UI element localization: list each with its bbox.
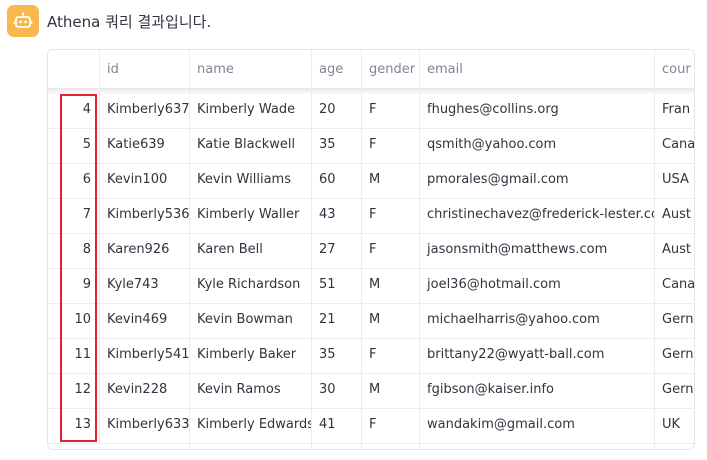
column-header-name[interactable]: name (189, 52, 311, 88)
cell-name[interactable]: Kimberly Wade (189, 93, 311, 127)
table-row[interactable]: 7 Kimberly536 Kimberly Waller 43 Fchristinec… (48, 198, 694, 234)
column-header-email[interactable]: email (419, 52, 654, 88)
robot-icon (7, 5, 39, 37)
cell-country[interactable]: Gern (654, 303, 694, 337)
cell-id[interactable]: Kevin100 (99, 163, 189, 197)
cell-country[interactable]: Gern (654, 373, 694, 407)
cell-gender[interactable]: M (361, 303, 419, 337)
table-header: id name age gender email cour (48, 50, 694, 89)
cell-name[interactable]: Katie Blackwell (189, 128, 311, 162)
cell-id[interactable]: Kimberly637 (99, 93, 189, 127)
column-header-gender[interactable]: gender (361, 52, 419, 88)
table-row[interactable]: 11 Kimberly541 Kimberly Baker 35 Fbrittany22… (48, 338, 694, 374)
cell-age[interactable]: 30 (311, 373, 361, 407)
cell-id[interactable]: Katie639 (99, 128, 189, 162)
dataframe-table[interactable]: id name age gender email cour 4 Kimberly637 Kim… (47, 49, 695, 450)
cell-email[interactable]: wandakim@gmail.com (419, 408, 654, 442)
cell-gender[interactable]: F (361, 338, 419, 372)
cell-email[interactable]: fhughes@collins.org (419, 93, 654, 127)
cell-id[interactable]: Kevin469 (99, 303, 189, 337)
cell-email[interactable]: fgibson@kaiser.info (419, 373, 654, 407)
cell-email[interactable]: michaelharris@yahoo.com (419, 303, 654, 337)
cell-email[interactable]: christinechavez@frederick-lester.com (419, 198, 654, 232)
cell-country[interactable]: UK (654, 408, 694, 442)
cell-age[interactable]: 43 (311, 198, 361, 232)
cell-age[interactable]: 21 (311, 303, 361, 337)
cell-country[interactable]: USA (654, 163, 694, 197)
cell-id[interactable]: Kimberly541 (99, 338, 189, 372)
cell-email[interactable]: qsmith@yahoo.com (419, 128, 654, 162)
cell-email[interactable]: jasonsmith@matthews.com (419, 233, 654, 267)
cell-gender[interactable]: M (361, 373, 419, 407)
cell-name[interactable]: Karen Bell (189, 233, 311, 267)
cell-gender[interactable]: M (361, 163, 419, 197)
cell-name[interactable]: Kimberly Edwards (189, 408, 311, 442)
cell-name[interactable]: Kevin Ramos (189, 373, 311, 407)
assistant-message: Athena 쿼리 결과입니다. (7, 5, 211, 37)
row-index: 6 (82, 172, 91, 187)
cell-id[interactable]: Kimberly536 (99, 198, 189, 232)
table-row[interactable]: 12 Kevin228 Kevin Ramos 30 Mfgibson@kaiser.i… (48, 373, 694, 409)
cell-age[interactable]: 35 (311, 338, 361, 372)
cell-email[interactable]: brittany22@wyatt-ball.com (419, 338, 654, 372)
message-text: Athena 쿼리 결과입니다. (47, 12, 212, 31)
cell-gender[interactable]: F (361, 198, 419, 232)
table-row[interactable]: 8 Karen926 Karen Bell 27 Fjasonsmith@matthew… (48, 233, 694, 269)
cell-age[interactable]: 41 (311, 408, 361, 442)
cell-gender[interactable]: F (361, 128, 419, 162)
cell-id[interactable]: Kimberly633 (99, 408, 189, 442)
column-header-id[interactable]: id (99, 52, 189, 88)
cell-age[interactable]: 27 (311, 233, 361, 267)
cell-gender[interactable]: F (361, 408, 419, 442)
cell-gender[interactable]: F (361, 233, 419, 267)
row-index: 12 (74, 382, 91, 397)
table-row[interactable]: 9 Kyle743 Kyle Richardson 51 Mjoel36@hotmail… (48, 268, 694, 304)
table-row[interactable]: 4 Kimberly637 Kimberly Wade 20 Ffhughes@coll… (48, 93, 694, 129)
cell-age[interactable]: 51 (311, 268, 361, 302)
cell-gender[interactable]: F (361, 93, 419, 127)
cell-id[interactable]: Kyle743 (99, 268, 189, 302)
cell-name[interactable]: Kevin Bowman (189, 303, 311, 337)
cell-id[interactable]: Kevin228 (99, 373, 189, 407)
row-index: 10 (74, 312, 91, 327)
row-index: 13 (74, 417, 91, 432)
column-header-age[interactable]: age (311, 52, 361, 88)
cell-name[interactable]: Kyle Richardson (189, 268, 311, 302)
table-row[interactable]: 5 Katie639 Katie Blackwell 35 Fqsmith@yahoo.… (48, 128, 694, 164)
cell-email[interactable]: pmorales@gmail.com (419, 163, 654, 197)
row-index: 5 (82, 137, 91, 152)
table-row[interactable]: 10 Kevin469 Kevin Bowman 21 Mmichaelharris@y… (48, 303, 694, 339)
table-row[interactable]: 13 Kimberly633 Kimberly Edwards 41 Fwandakim… (48, 408, 694, 444)
cell-gender[interactable]: M (361, 268, 419, 302)
table-row[interactable]: 6 Kevin100 Kevin Williams 60 Mpmorales@gmail… (48, 163, 694, 199)
cell-country[interactable]: Aust (654, 233, 694, 267)
cell-name[interactable]: Kevin Williams (189, 163, 311, 197)
column-header-cour[interactable]: cour (654, 52, 694, 88)
cell-name[interactable]: Kimberly Waller (189, 198, 311, 232)
cell-name[interactable]: Kimberly Baker (189, 338, 311, 372)
cell-country[interactable]: Cana (654, 128, 694, 162)
cell-country[interactable]: Fran (654, 93, 694, 127)
row-index: 4 (82, 102, 91, 117)
cell-email[interactable]: joel36@hotmail.com (419, 268, 654, 302)
row-index: 8 (82, 242, 91, 257)
row-index: 9 (82, 277, 91, 292)
cell-age[interactable]: 60 (311, 163, 361, 197)
cell-country[interactable]: Gern (654, 338, 694, 372)
cell-age[interactable]: 20 (311, 93, 361, 127)
cell-age[interactable]: 35 (311, 128, 361, 162)
cell-id[interactable]: Karen926 (99, 233, 189, 267)
cell-country[interactable]: Cana (654, 268, 694, 302)
row-index: 11 (74, 347, 91, 362)
row-index: 7 (82, 207, 91, 222)
cell-country[interactable]: Aust (654, 198, 694, 232)
